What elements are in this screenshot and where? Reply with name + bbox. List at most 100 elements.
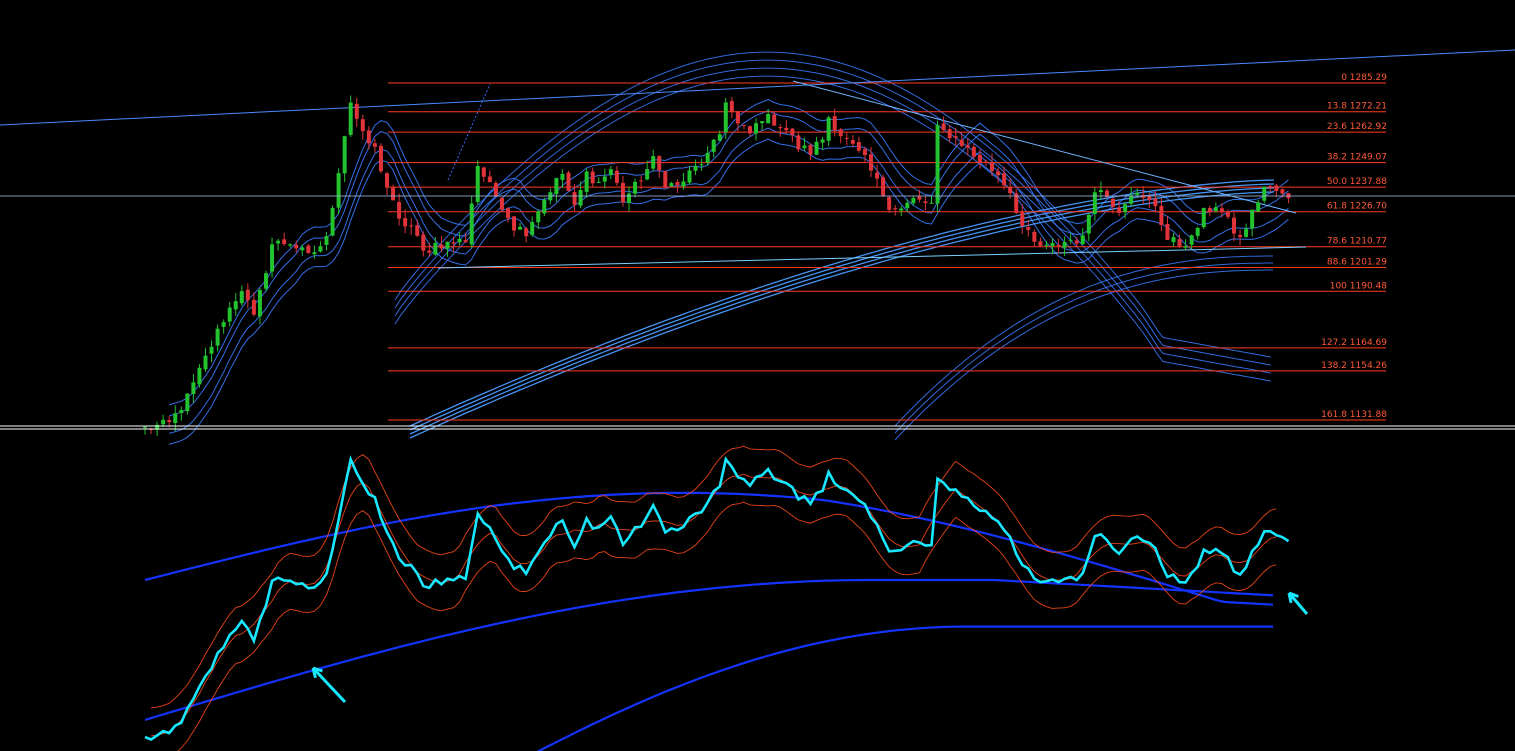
candle-body-12 (215, 328, 220, 346)
candle-body-14 (227, 307, 232, 322)
candle-body-47 (427, 250, 432, 253)
fib-level-label-5: 61.8 1226.70 (1327, 202, 1387, 212)
candle-body-150 (1050, 242, 1055, 247)
candle-body-141 (996, 171, 1001, 176)
candle-body-71 (572, 192, 577, 206)
candle-body-68 (554, 178, 559, 195)
candle-body-161 (1117, 207, 1122, 213)
candle-body-45 (415, 225, 420, 236)
candle-body-37 (366, 130, 371, 144)
candle-body-0 (143, 426, 147, 428)
candle-body-178 (1219, 208, 1224, 213)
candle-body-124 (893, 208, 898, 210)
candle-body-139 (983, 161, 988, 163)
candle-body-52 (457, 238, 462, 243)
candle-body-168 (1159, 205, 1164, 226)
fib-level-label-11: 161.8 1131.88 (1321, 410, 1387, 420)
candle-body-64 (530, 222, 535, 235)
candle-body-58 (493, 182, 498, 197)
candle-body-25 (294, 244, 299, 249)
candle-body-184 (1256, 202, 1261, 212)
candle-body-15 (233, 301, 238, 310)
candle-body-43 (403, 218, 408, 227)
candle-body-120 (869, 154, 873, 171)
candle-body-108 (796, 135, 801, 150)
candle-body-147 (1032, 231, 1037, 242)
candle-body-103 (766, 114, 771, 124)
candle-body-136 (965, 145, 970, 148)
candle-body-132 (941, 123, 946, 130)
candle-body-129 (923, 201, 928, 204)
candle-body-56 (481, 167, 486, 177)
candle-body-164 (1135, 192, 1140, 195)
candle-body-137 (971, 146, 976, 157)
candle-body-104 (772, 114, 777, 126)
candle-body-171 (1177, 239, 1182, 247)
candle-body-117 (850, 140, 855, 144)
candle-body-94 (711, 139, 716, 152)
candle-body-160 (1111, 198, 1115, 207)
candle-body-182 (1244, 228, 1249, 237)
candle-body-65 (536, 211, 541, 223)
candle-body-9 (197, 367, 202, 385)
candle-body-177 (1213, 207, 1218, 212)
candle-body-152 (1062, 242, 1067, 248)
fib-level-label-2: 23.6 1262.92 (1327, 122, 1387, 132)
candle-body-81 (633, 181, 638, 194)
candle-body-183 (1250, 209, 1255, 229)
candle-body-92 (699, 164, 704, 166)
candle-body-163 (1129, 195, 1134, 204)
candle-body-61 (512, 216, 517, 231)
candle-body-4 (167, 420, 172, 423)
candle-body-101 (754, 123, 759, 134)
candle-body-7 (185, 393, 190, 412)
candle-body-112 (820, 139, 825, 143)
candle-body-127 (911, 198, 916, 204)
candle-body-19 (257, 290, 262, 317)
candle-body-91 (693, 165, 698, 171)
candle-body-93 (705, 152, 710, 163)
candle-body-59 (499, 197, 504, 210)
candle-body-69 (560, 173, 565, 180)
candle-body-97 (729, 101, 734, 112)
candle-body-63 (524, 228, 529, 237)
candle-body-83 (645, 169, 650, 180)
candle-body-40 (385, 173, 389, 188)
candle-body-116 (844, 137, 849, 139)
candle-body-167 (1153, 198, 1158, 207)
candle-body-170 (1171, 237, 1176, 243)
candle-body-57 (487, 176, 492, 183)
candle-body-143 (1008, 186, 1013, 194)
candle-body-18 (251, 300, 256, 315)
candle-body-176 (1207, 208, 1212, 212)
candle-body-128 (917, 196, 922, 200)
candle-body-109 (802, 145, 807, 149)
candle-body-188 (1280, 189, 1285, 194)
candle-body-118 (856, 142, 861, 151)
candle-body-88 (675, 182, 680, 186)
candle-body-60 (506, 208, 510, 219)
candle-body-36 (360, 119, 365, 132)
candle-body-121 (875, 172, 880, 179)
candle-body-186 (1268, 185, 1273, 187)
candle-body-6 (179, 410, 184, 413)
candle-body-23 (282, 239, 287, 245)
candle-body-50 (445, 241, 450, 249)
candle-body-70 (566, 172, 571, 191)
candle-body-26 (300, 247, 305, 251)
candle-body-148 (1038, 241, 1043, 246)
candle-body-5 (173, 413, 178, 423)
candle-body-158 (1098, 190, 1103, 193)
candle-body-142 (1002, 173, 1007, 186)
candle-body-21 (270, 244, 275, 272)
candle-body-115 (838, 129, 843, 137)
candle-body-111 (814, 141, 819, 155)
candle-body-131 (935, 125, 940, 204)
candle-body-146 (1026, 227, 1031, 231)
candle-body-33 (342, 136, 347, 174)
candle-body-87 (669, 183, 674, 187)
candle-body-16 (239, 291, 244, 304)
candle-body-134 (953, 136, 958, 138)
fib-level-label-1: 13.8 1272.21 (1327, 102, 1387, 112)
fib-level-label-4: 50.0 1237.88 (1327, 177, 1387, 187)
